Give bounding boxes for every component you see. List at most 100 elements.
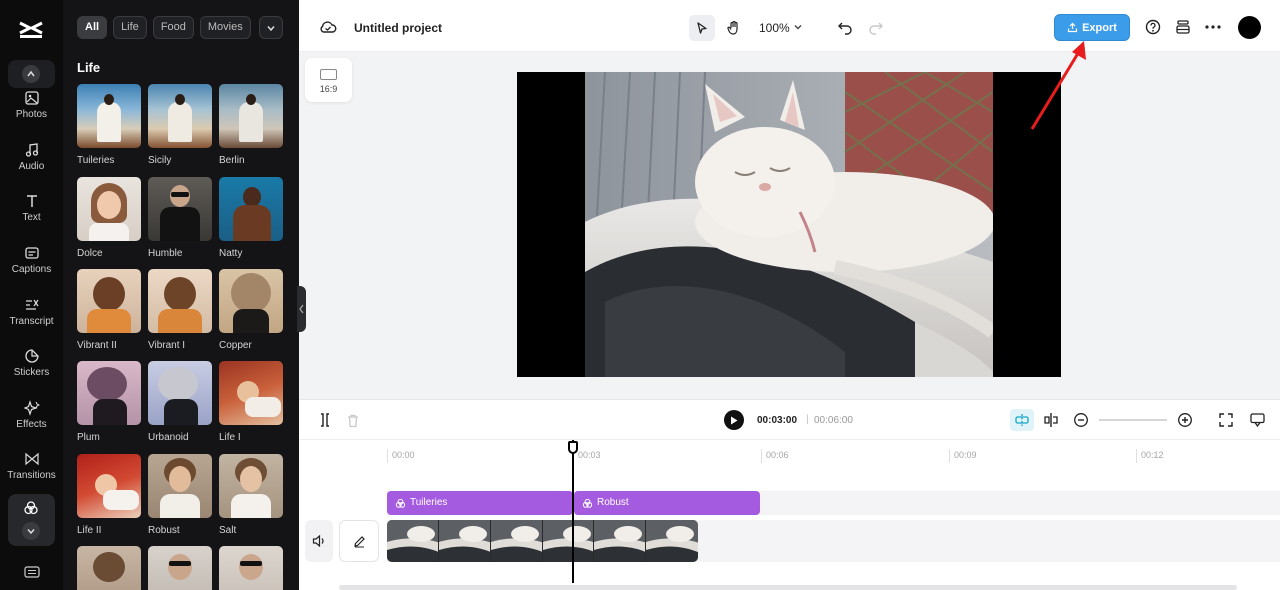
select-tool-button[interactable] [689, 15, 715, 41]
filters-icon [582, 498, 593, 508]
chip-food[interactable]: Food [152, 16, 194, 39]
rail-item-label: Effects [16, 419, 47, 430]
filter-label: Life II [77, 525, 102, 536]
filter-humble[interactable]: Humble [148, 177, 212, 259]
filter-thumbnail [77, 84, 141, 148]
delete-icon[interactable] [344, 411, 362, 429]
filter-dolce[interactable]: Dolce [77, 177, 141, 259]
rail-item-filters[interactable] [8, 494, 55, 546]
filter-thumbnail [219, 269, 283, 333]
rail-item-stickers[interactable]: Stickers [0, 348, 63, 378]
mute-track-button[interactable] [305, 520, 333, 562]
fullscreen-icon[interactable] [1217, 411, 1235, 429]
video-clip[interactable] [387, 520, 698, 562]
filter-more-2[interactable] [148, 546, 212, 590]
undo-icon[interactable] [836, 18, 854, 36]
section-title: Life [77, 60, 101, 75]
playhead[interactable] [572, 440, 574, 583]
play-icon [731, 416, 738, 424]
pencil-icon [353, 535, 365, 547]
clip-label: Robust [597, 497, 629, 508]
timeline-zoom-slider[interactable] [1099, 419, 1167, 421]
clip-thumbnail [542, 520, 595, 562]
help-icon[interactable] [1144, 18, 1162, 36]
clip-thumbnail [490, 520, 543, 562]
rail-item-transitions[interactable]: Transitions [0, 451, 63, 481]
text-icon [26, 195, 37, 207]
edit-track-button[interactable] [339, 520, 379, 562]
rail-item-effects[interactable]: Effects [0, 400, 63, 430]
filter-urbanoid[interactable]: Urbanoid [148, 361, 212, 443]
chip-movies[interactable]: Movies [199, 16, 251, 39]
cloud-save-icon[interactable] [318, 18, 338, 36]
zoom-level[interactable]: 100% [759, 21, 790, 35]
filter-tuileries[interactable]: Tuileries [77, 84, 141, 166]
chevron-left-icon [299, 304, 304, 314]
aspect-ratio-button[interactable]: 16:9 [305, 58, 352, 102]
layers-icon[interactable] [1174, 18, 1192, 36]
filter-label: Robust [148, 525, 180, 536]
filter-sicily[interactable]: Sicily [148, 84, 212, 166]
keyboard-icon[interactable] [23, 565, 41, 579]
split-clip-icon[interactable] [1042, 411, 1060, 429]
panel-collapse-handle[interactable] [297, 286, 306, 332]
filter-robust[interactable]: Robust [148, 454, 212, 536]
filter-plum[interactable]: Plum [77, 361, 141, 443]
comment-icon[interactable] [1248, 411, 1266, 429]
rail-item-photos[interactable]: Photos [0, 90, 63, 120]
filter-thumbnail [77, 177, 141, 241]
filter-label: Sicily [148, 155, 172, 166]
rail-scroll-up-button[interactable] [8, 60, 55, 88]
zoom-out-icon[interactable] [1072, 411, 1090, 429]
more-icon[interactable] [1204, 18, 1222, 36]
filter-life-i[interactable]: Life I [219, 361, 283, 443]
sparkle-icon [23, 400, 40, 416]
play-button[interactable] [724, 410, 744, 430]
filter-more-1[interactable] [77, 546, 141, 590]
filter-life-ii[interactable]: Life II [77, 454, 141, 536]
chip-life[interactable]: Life [113, 16, 147, 39]
filter-more-3[interactable] [219, 546, 283, 590]
split-icon[interactable] [316, 411, 334, 429]
rail-item-label: Transitions [7, 470, 56, 481]
project-title[interactable]: Untitled project [354, 21, 442, 35]
filter-copper[interactable]: Copper [219, 269, 283, 351]
redo-icon[interactable] [867, 18, 885, 36]
playhead-handle[interactable] [568, 441, 578, 454]
zoom-in-icon[interactable] [1176, 411, 1194, 429]
snap-icon [1015, 414, 1029, 426]
music-note-icon [25, 143, 38, 157]
video-preview[interactable] [517, 72, 1061, 377]
rail-item-audio[interactable]: Audio [0, 142, 63, 172]
hand-tool-button[interactable] [721, 15, 747, 41]
filter-clip-tuileries[interactable]: Tuileries [387, 491, 573, 515]
filter-natty[interactable]: Natty [219, 177, 283, 259]
rail-item-captions[interactable]: Captions [0, 245, 63, 275]
ruler-tick: 00:09 [949, 449, 977, 463]
chips-more-button[interactable] [259, 16, 283, 39]
chip-all[interactable]: All [77, 16, 108, 39]
left-rail: Photos Audio Text Captions Transcript St… [0, 0, 63, 590]
filter-salt[interactable]: Salt [219, 454, 283, 536]
transition-icon [24, 452, 39, 466]
chevron-down-icon[interactable] [22, 522, 40, 540]
rail-item-transcript[interactable]: Transcript [0, 297, 63, 327]
ruler-tick: 00:12 [1136, 449, 1164, 463]
chevron-down-icon[interactable] [792, 21, 804, 33]
filter-vibrant-ii[interactable]: Vibrant II [77, 269, 141, 351]
timeline-toolbar: 00:03:00 | 00:06:00 [299, 400, 1280, 440]
filter-clip-robust[interactable]: Robust [574, 491, 760, 515]
filter-label: Copper [219, 340, 252, 351]
time-ruler[interactable]: 00:00 00:03 00:06 00:09 00:12 [299, 441, 1280, 465]
clip-thumbnail [646, 520, 698, 562]
rail-item-text[interactable]: Text [0, 193, 63, 223]
capcut-logo [17, 18, 45, 42]
filter-vibrant-i[interactable]: Vibrant I [148, 269, 212, 351]
avatar[interactable] [1238, 16, 1261, 39]
magnet-snap-button[interactable] [1010, 409, 1034, 431]
timeline-scrollbar[interactable] [339, 585, 1237, 590]
filter-berlin[interactable]: Berlin [219, 84, 283, 166]
filter-thumbnail [219, 361, 283, 425]
hand-icon [727, 20, 738, 35]
filters-icon [395, 498, 406, 508]
